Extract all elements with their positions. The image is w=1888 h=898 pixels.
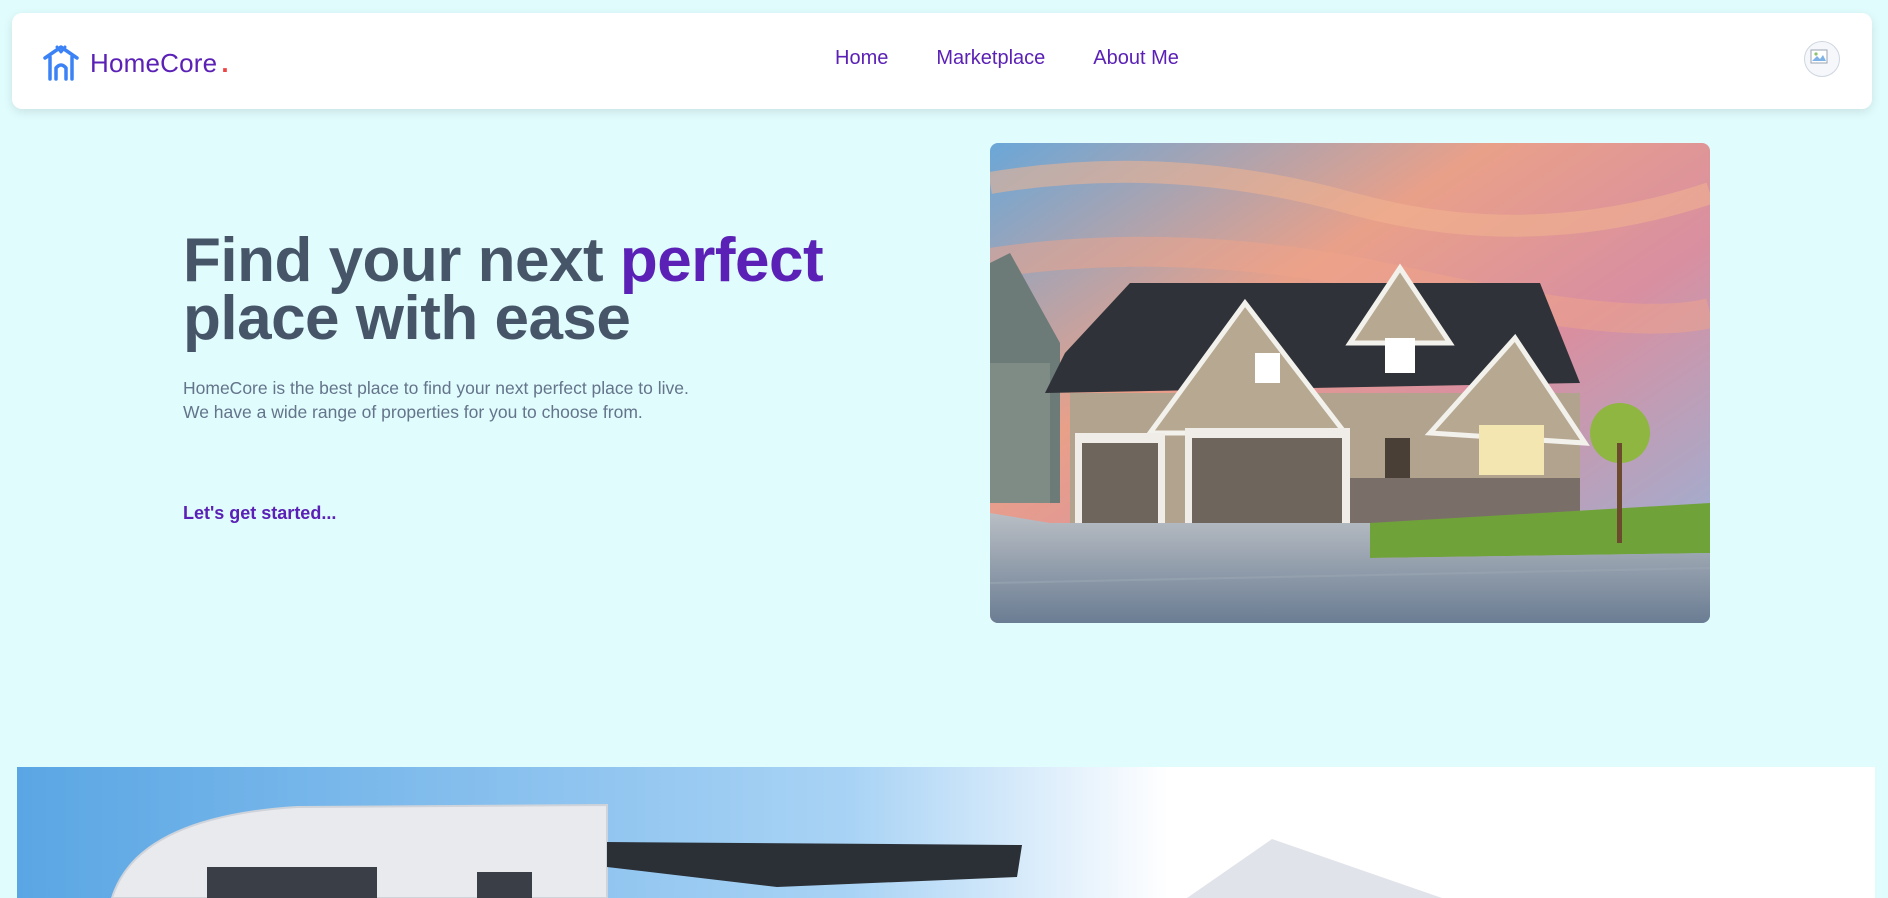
nav-marketplace-link[interactable]: Marketplace <box>936 47 1045 70</box>
hero-title-part2: place with ease <box>183 284 631 353</box>
hero-title-accent: perfect <box>619 226 824 295</box>
nav-home-link[interactable]: Home <box>835 47 888 70</box>
hero-title: Find your next perfect place with ease <box>183 230 903 350</box>
hero-desc-line2: We have a wide range of properties for y… <box>183 402 643 422</box>
get-started-link[interactable]: Let's get started... <box>183 503 336 524</box>
brand-dot: . <box>221 47 229 78</box>
brand[interactable]: HomeCore . <box>42 43 229 83</box>
user-avatar[interactable] <box>1804 41 1840 77</box>
modern-building-photo <box>17 767 1875 898</box>
navbar: HomeCore . Home Marketplace About Me <box>12 13 1872 109</box>
hero-description: HomeCore is the best place to find your … <box>183 376 803 424</box>
nav-about-me-link[interactable]: About Me <box>1093 47 1179 70</box>
feature-banner-image <box>17 767 1875 898</box>
main-nav: Home Marketplace About Me <box>835 47 1179 70</box>
hero-desc-line1: HomeCore is the best place to find your … <box>183 378 689 398</box>
page: HomeCore . Home Marketplace About Me Fin… <box>0 0 1888 898</box>
hero-house-image <box>990 143 1710 623</box>
broken-image-avatar-icon <box>1810 49 1828 64</box>
house-roof-icon <box>43 45 79 81</box>
suburban-house-photo <box>990 143 1710 623</box>
brand-name: HomeCore <box>90 47 218 78</box>
